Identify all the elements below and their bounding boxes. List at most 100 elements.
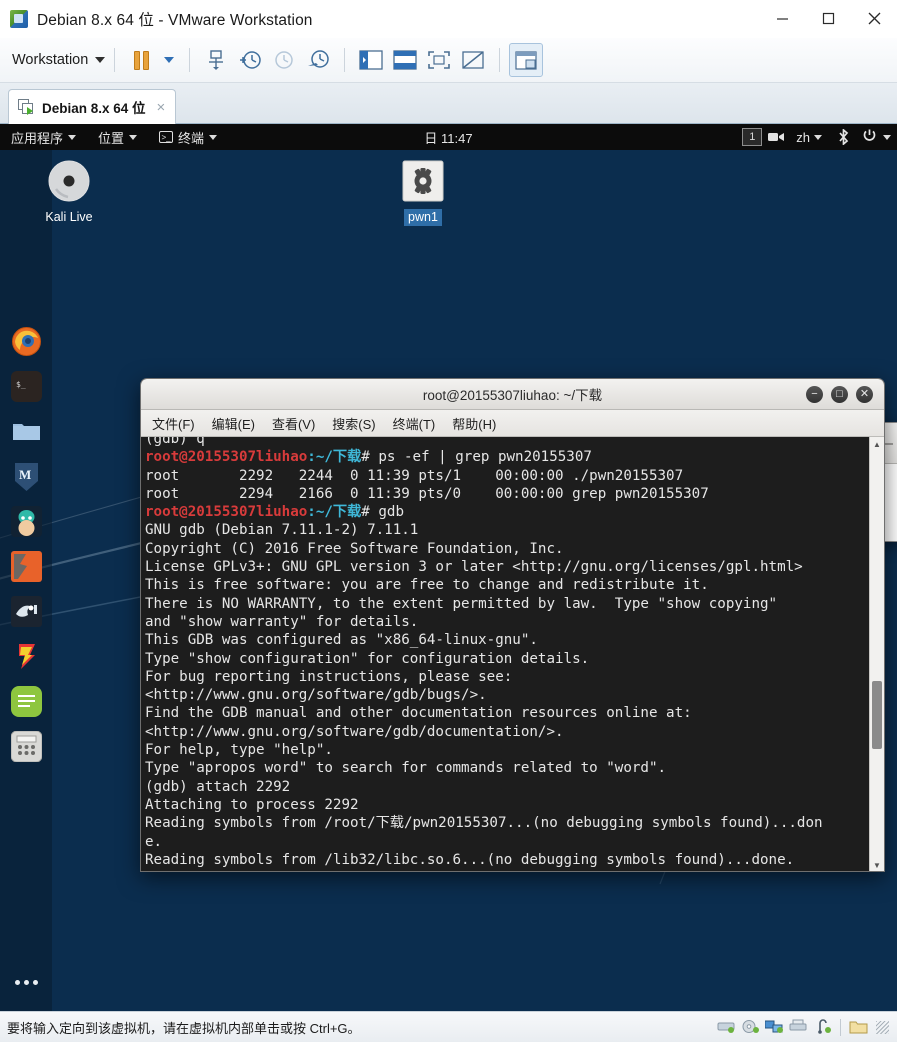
terminal-line: GNU gdb (Debian 7.11.1-2) 7.11.1 <box>145 522 419 539</box>
network-adapter-icon[interactable] <box>764 1019 784 1035</box>
scroll-down-arrow[interactable]: ▼ <box>870 858 884 871</box>
power-dropdown-button[interactable] <box>158 43 180 77</box>
fullscreen-icon <box>428 51 451 69</box>
panel-status-area: 1 zh <box>742 128 897 146</box>
window-controls <box>759 0 897 38</box>
terminal-prompt-path: :~/下载 <box>307 504 362 521</box>
status-device-icons <box>717 1018 897 1036</box>
folder-shared-icon[interactable] <box>849 1019 868 1035</box>
minimize-button[interactable] <box>759 0 805 38</box>
terminal-command: # ps -ef | grep pwn20155307 <box>361 449 592 466</box>
vm-tab-strip: Debian 8.x 64 位 × <box>0 83 897 124</box>
full-screen-button[interactable] <box>422 43 456 77</box>
close-icon[interactable]: × <box>157 99 166 116</box>
terminal-line: e. <box>145 833 163 850</box>
terminal-scrollbar[interactable]: ▲ ▼ <box>869 437 884 871</box>
terminal-line: (gdb) attach 2292 <box>145 778 291 795</box>
dot <box>23 980 29 985</box>
minimize-button[interactable]: − <box>806 385 823 403</box>
guest-screen[interactable]: 应用程序 位置 >_ 终端 日 11:47 1 zh $_ M Kali Liv… <box>0 124 897 1011</box>
close-button[interactable]: ✕ <box>856 385 873 403</box>
applications-label: 应用程序 <box>11 130 64 146</box>
vmware-vm-icon <box>10 9 28 28</box>
desktop-icon-pwn1[interactable]: pwn1 <box>380 158 466 226</box>
vm-tab-label: Debian 8.x 64 位 <box>42 101 146 116</box>
pause-icon <box>133 50 149 70</box>
terminal-line: Find the GDB manual and other documentat… <box>145 705 692 722</box>
show-applications-button[interactable] <box>14 980 38 985</box>
show-console-view-button[interactable] <box>388 43 422 77</box>
menu-applications[interactable]: 应用程序 <box>0 124 87 150</box>
terminal-window[interactable]: root@20155307liuhao: ~/下载 − □ ✕ 文件(F) 编辑… <box>140 378 885 872</box>
dock-item-firefox[interactable] <box>11 326 42 357</box>
menu-help[interactable]: 帮助(H) <box>452 414 496 433</box>
terminal-screen[interactable]: (gdb) q root@20155307liuhao:~/下载# ps -ef … <box>141 437 884 871</box>
manage-snapshots-button[interactable] <box>199 43 233 77</box>
sidebar-panel-icon <box>359 50 383 70</box>
workspace-indicator[interactable]: 1 <box>742 128 763 146</box>
close-button[interactable] <box>851 0 897 38</box>
dock-item-calculator[interactable] <box>10 730 42 763</box>
dock-item-terminal[interactable]: $_ <box>10 371 42 402</box>
terminal-title: root@20155307liuhao: ~/下载 <box>422 388 603 403</box>
cd-dvd-icon[interactable] <box>741 1019 760 1035</box>
dock-item-leafpad[interactable] <box>10 686 42 717</box>
armitage-icon <box>10 506 42 537</box>
terminal-line: root 2292 2244 0 11:39 pts/1 00:00:00 ./… <box>145 467 684 484</box>
dock-item-metasploit[interactable]: M <box>11 461 42 492</box>
dock-item-beef[interactable] <box>10 596 42 627</box>
resize-grip[interactable] <box>876 1020 889 1034</box>
take-snapshot-button[interactable] <box>233 43 267 77</box>
scrollbar-thumb[interactable] <box>872 681 882 749</box>
usb-icon[interactable] <box>813 1019 832 1035</box>
show-sidebar-button[interactable] <box>354 43 388 77</box>
terminal-line: Reading symbols from /lib/ld-linux.so.2.… <box>145 869 884 871</box>
power-icon <box>862 128 877 146</box>
keyboard-layout-indicator[interactable]: zh <box>790 130 828 145</box>
terminal-line: Type "show configuration" for configurat… <box>145 650 590 667</box>
desktop-icon-label: pwn1 <box>404 209 442 226</box>
scroll-up-arrow[interactable]: ▲ <box>870 437 884 452</box>
chevron-down-icon <box>68 134 77 140</box>
menu-terminal[interactable]: 终端(T) <box>393 414 436 433</box>
menu-places[interactable]: 位置 <box>87 124 148 150</box>
snapshot-manager-tool-button[interactable] <box>301 43 335 77</box>
status-divider <box>840 1018 841 1036</box>
hard-disk-icon[interactable] <box>717 1019 736 1035</box>
dock-item-files[interactable] <box>11 416 42 447</box>
terminal-line: Reading symbols from /lib32/libc.so.6...… <box>145 851 795 868</box>
window-title: Debian 8.x 64 位 - VMware Workstation <box>37 11 313 29</box>
unity-mode-button[interactable] <box>456 43 490 77</box>
menu-edit[interactable]: 编辑(E) <box>212 414 255 433</box>
dock-item-armitage[interactable] <box>10 506 42 537</box>
workstation-menu-button[interactable]: Workstation <box>12 52 106 68</box>
toolbar-divider <box>499 48 501 72</box>
terminal-menu-bar: 文件(F) 编辑(E) 查看(V) 搜索(S) 终端(T) 帮助(H) <box>141 410 884 437</box>
svg-text:M: M <box>19 467 31 482</box>
printer-icon[interactable] <box>789 1019 808 1035</box>
desktop-icon-kali-live[interactable]: Kali Live <box>26 158 112 226</box>
dock-item-burpsuite[interactable] <box>10 551 42 582</box>
dock-item-faraday[interactable] <box>11 641 42 672</box>
vm-tab[interactable]: Debian 8.x 64 位 × <box>8 89 177 124</box>
window-menu-terminal[interactable]: >_ 终端 <box>148 124 228 150</box>
menu-file[interactable]: 文件(F) <box>152 414 195 433</box>
caret-down-icon <box>164 57 175 63</box>
maximize-button[interactable]: □ <box>831 385 848 403</box>
system-menu[interactable] <box>858 128 891 146</box>
clock-label[interactable]: 日 11:47 <box>424 128 472 147</box>
terminal-window-label: 终端 <box>178 130 205 146</box>
suspend-button[interactable] <box>124 43 158 77</box>
revert-snapshot-button[interactable] <box>267 43 301 77</box>
terminal-icon: $_ <box>10 371 42 402</box>
snapshot-manager-icon <box>209 50 224 70</box>
terminal-prompt-user: root@20155307liuhao <box>145 504 308 521</box>
bluetooth-icon[interactable] <box>830 129 856 145</box>
maximize-button[interactable] <box>805 0 851 38</box>
gnome-top-panel: 应用程序 位置 >_ 终端 日 11:47 1 zh <box>0 124 897 150</box>
clock-plus-icon <box>240 51 262 69</box>
show-thumbnail-bar-button[interactable] <box>509 43 544 77</box>
screencast-icon[interactable] <box>764 131 788 143</box>
menu-view[interactable]: 查看(V) <box>272 414 315 433</box>
menu-search[interactable]: 搜索(S) <box>332 414 375 433</box>
